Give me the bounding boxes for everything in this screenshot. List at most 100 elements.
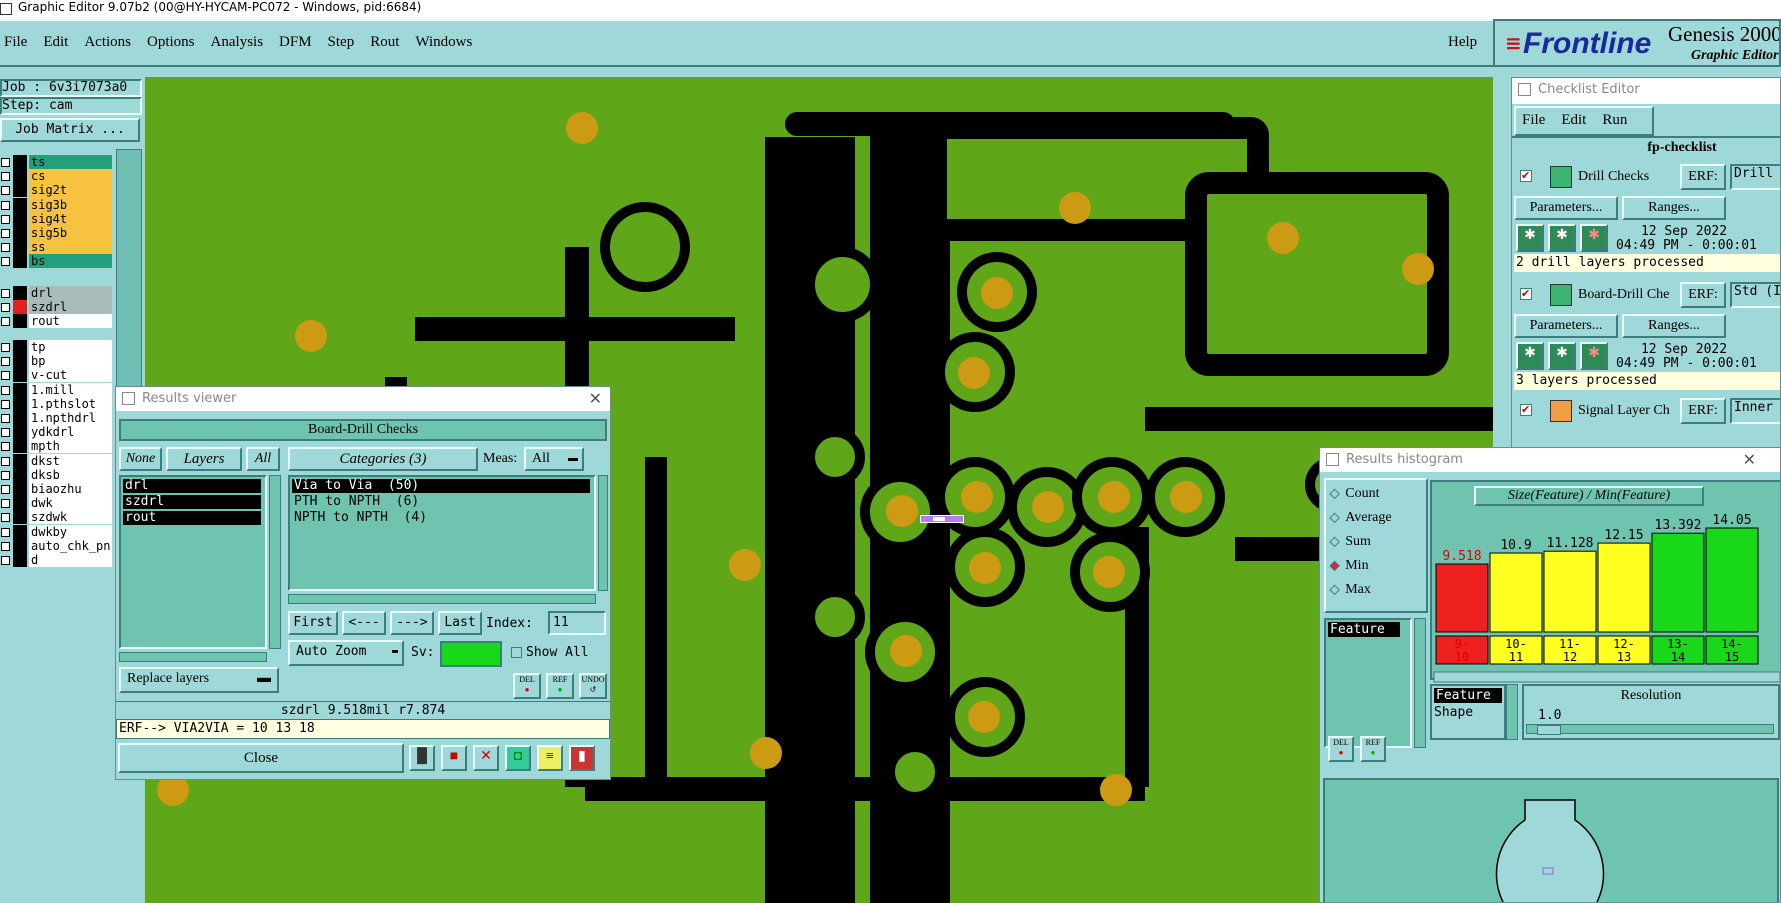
layer-row-sig5b[interactable]: sig5b <box>0 226 112 240</box>
stat-option-sum[interactable]: ◆ Sum <box>1329 534 1370 554</box>
layer-row-d[interactable]: d <box>0 553 112 567</box>
erf-button[interactable]: ERF: <box>1680 282 1726 308</box>
layer-color-swatch[interactable] <box>13 211 27 226</box>
ref-icon[interactable]: REF ● <box>546 673 574 699</box>
layer-checkbox[interactable] <box>1 158 10 167</box>
layer-color-swatch[interactable] <box>13 411 27 425</box>
layer-row-tp[interactable]: tp <box>0 340 112 354</box>
radio-diamond-icon[interactable]: ◆ <box>1329 582 1339 597</box>
run-icon[interactable]: ✱ <box>1516 224 1544 252</box>
layer-checkbox[interactable] <box>1 513 10 523</box>
category-list-hscroll[interactable] <box>288 594 596 604</box>
layer-checkbox[interactable] <box>1 343 10 352</box>
layer-checkbox[interactable] <box>1 303 10 313</box>
layer-checkbox[interactable] <box>1 243 10 253</box>
parameters-button[interactable]: Parameters... <box>1514 196 1618 220</box>
layer-row-1.pthslot[interactable]: 1.pthslot <box>0 396 112 411</box>
layer-color-swatch[interactable] <box>13 314 27 329</box>
layer-color-swatch[interactable] <box>13 254 27 269</box>
resolution-slider-thumb[interactable] <box>1537 725 1561 735</box>
layer-color-swatch[interactable] <box>13 240 27 255</box>
layer-checkbox[interactable] <box>1 200 10 210</box>
layer-name[interactable]: 1.pthslot <box>29 396 112 411</box>
layer-list-item[interactable]: rout <box>123 511 261 525</box>
category-list-item[interactable]: NPTH to NPTH (4) <box>292 511 590 525</box>
layer-color-swatch[interactable] <box>13 396 27 411</box>
layer-color-swatch[interactable] <box>13 524 27 539</box>
menu-actions[interactable]: Actions <box>84 34 131 50</box>
layer-row-v-cut[interactable]: v-cut <box>0 368 112 383</box>
layer-name[interactable]: cs <box>29 169 112 184</box>
layer-row-cs[interactable]: cs <box>0 169 112 184</box>
parameters-button[interactable]: Parameters... <box>1514 314 1618 338</box>
layer-checkbox[interactable] <box>1 317 10 327</box>
layer-row-sig3b[interactable]: sig3b <box>0 197 112 212</box>
layer-name[interactable]: bp <box>29 354 112 369</box>
category-list[interactable]: Via to Via (50) PTH to NPTH (6) NPTH to NP… <box>288 475 596 591</box>
run-icon[interactable]: ✱ <box>1580 224 1608 252</box>
layer-name[interactable]: dwk <box>29 496 112 511</box>
layer-name[interactable]: d <box>29 553 112 567</box>
run-icon[interactable]: ✱ <box>1548 342 1576 370</box>
stat-option-average[interactable]: ◆ Average <box>1329 510 1391 530</box>
menu-rout[interactable]: Rout <box>370 34 399 50</box>
layer-name[interactable]: tp <box>29 340 112 354</box>
layer-name[interactable]: mpth <box>29 439 112 454</box>
feature-list-item[interactable]: Feature <box>1328 622 1400 637</box>
histogram-bar[interactable] <box>1705 527 1759 633</box>
stat-option-count[interactable]: ◆ Count <box>1329 486 1379 506</box>
prev-button[interactable]: <--- <box>342 611 386 635</box>
layer-row-bs[interactable]: bs <box>0 254 112 269</box>
erf-button[interactable]: ERF: <box>1680 398 1726 424</box>
layer-color-swatch[interactable] <box>13 340 27 354</box>
layer-name[interactable]: ydkdrl <box>29 425 112 440</box>
layer-row-ydkdrl[interactable]: ydkdrl <box>0 425 112 440</box>
layer-name[interactable]: sig3b <box>29 197 112 212</box>
layer-color-swatch[interactable] <box>13 226 27 240</box>
del-icon[interactable]: DEL ● <box>513 673 541 699</box>
close-button[interactable]: Close <box>118 743 404 773</box>
toolbar-icon-5[interactable]: ≡ <box>537 745 563 771</box>
show-all-checkbox[interactable] <box>511 647 522 658</box>
layer-checkbox[interactable] <box>1 527 10 537</box>
menu-step[interactable]: Step <box>328 34 355 50</box>
layer-name[interactable]: bs <box>29 254 112 269</box>
layer-name[interactable]: v-cut <box>29 368 112 383</box>
ranges-button[interactable]: Ranges... <box>1622 196 1726 220</box>
layer-name[interactable]: sig5b <box>29 226 112 240</box>
hist-del-icon[interactable]: DEL ● <box>1328 736 1354 762</box>
categories-button[interactable]: Categories (3) <box>288 447 478 471</box>
menu-edit[interactable]: Edit <box>43 34 68 50</box>
layer-checkbox[interactable] <box>1 556 10 565</box>
category-list-item[interactable]: Via to Via (50) <box>292 479 590 493</box>
layer-checkbox[interactable] <box>1 186 10 196</box>
layer-checkbox[interactable] <box>1 214 10 224</box>
toolbar-icon-4[interactable]: ◘ <box>505 745 531 771</box>
replace-layers-dropdown[interactable]: Replace layers ▬ <box>119 667 279 693</box>
layer-name[interactable]: 1.npthdrl <box>29 411 112 425</box>
layer-name[interactable]: sig4t <box>29 211 112 226</box>
layer-name[interactable]: sig2t <box>29 183 112 198</box>
last-button[interactable]: Last <box>438 611 482 635</box>
layer-checkbox[interactable] <box>1 257 10 267</box>
layer-color-swatch[interactable] <box>13 155 27 169</box>
layer-color-swatch[interactable] <box>13 553 27 567</box>
menu-dfm[interactable]: DFM <box>279 34 312 50</box>
layer-color-swatch[interactable] <box>13 496 27 511</box>
help-menu[interactable]: Help <box>1448 34 1477 51</box>
layer-row-szdrl[interactable]: szdrl <box>0 300 112 315</box>
layer-list[interactable]: drl szdrl rout <box>119 475 267 649</box>
layer-list-scrollbar[interactable] <box>269 475 281 649</box>
layer-row-sig2t[interactable]: sig2t <box>0 183 112 198</box>
layer-name[interactable]: dwkby <box>29 524 112 539</box>
attr-feature[interactable]: Feature <box>1434 688 1502 703</box>
attr-scrollbar[interactable] <box>1506 684 1518 740</box>
layer-checkbox[interactable] <box>1 499 10 509</box>
erf-value[interactable]: Inner <box>1730 398 1780 424</box>
layer-checkbox[interactable] <box>1 385 10 395</box>
layer-list-hscroll[interactable] <box>119 652 267 662</box>
layer-color-swatch[interactable] <box>13 510 27 525</box>
layer-row-ss[interactable]: ss <box>0 240 112 255</box>
layers-all-button[interactable]: All <box>246 447 280 471</box>
run-icon[interactable]: ✱ <box>1580 342 1608 370</box>
